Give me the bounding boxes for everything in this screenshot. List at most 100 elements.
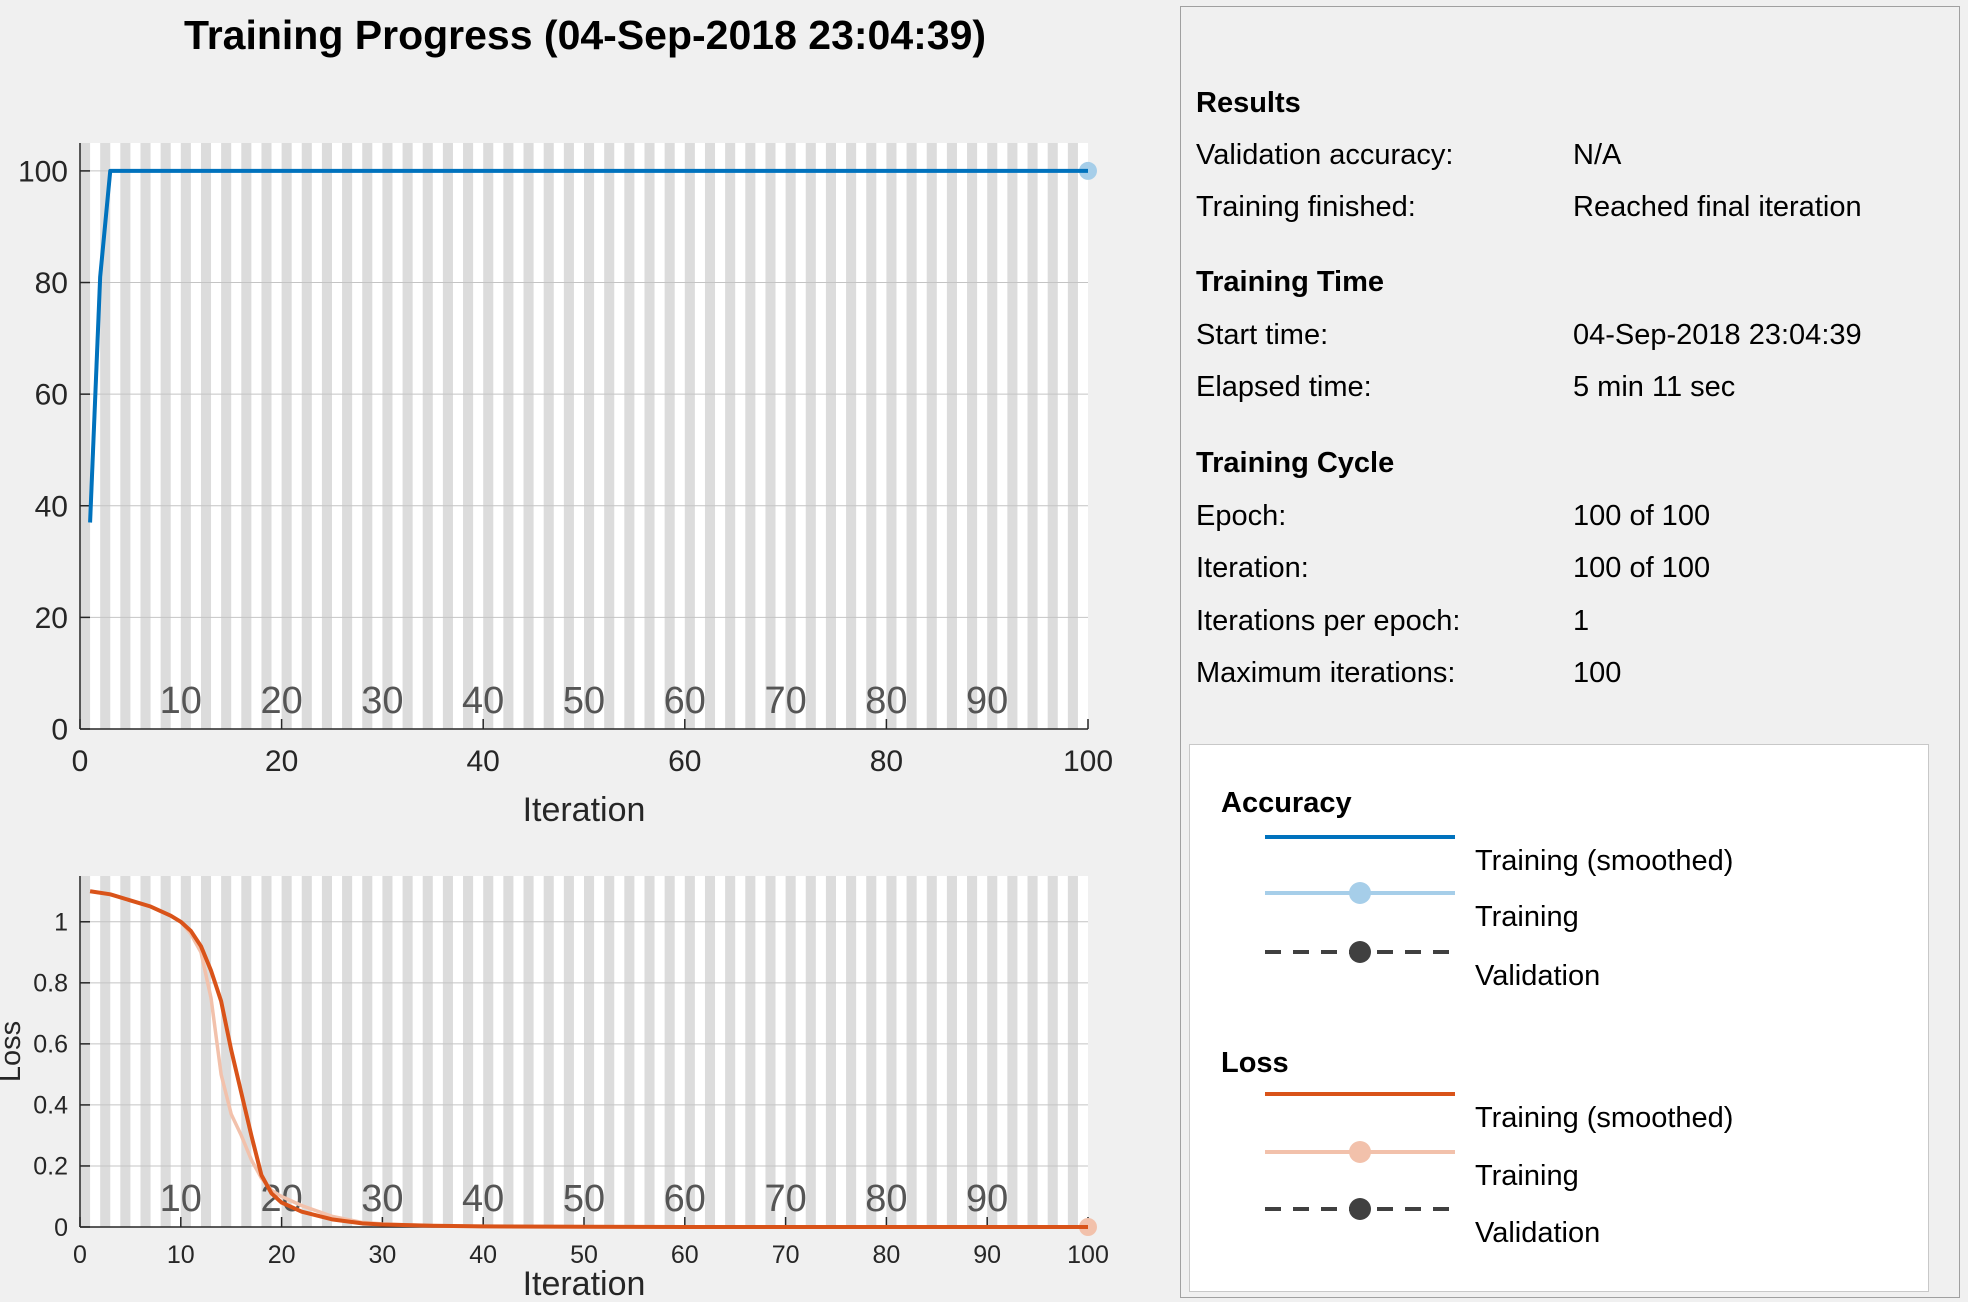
epoch-stripe [765,876,776,1227]
epoch-label: 80 [865,680,907,722]
epoch-label: 60 [664,1178,706,1220]
epoch-stripe [422,143,433,729]
iteration-label: Iteration: [1196,552,1309,584]
validation-accuracy-value: N/A [1573,139,1622,171]
elapsed-time-label: Elapsed time: [1196,371,1372,403]
y-tick-label: 0 [51,714,68,747]
maximum-iterations-label: Maximum iterations: [1196,657,1456,689]
legend-accuracy-training-label: Training [1475,901,1579,933]
y-tick-label: 60 [35,379,68,412]
epoch-stripe [604,876,615,1227]
epoch-stripe [402,876,413,1227]
epoch-stripe [563,876,574,1227]
y-axis-label: Loss [0,1021,27,1082]
epoch-stripe [483,876,494,1227]
epoch-stripe [1027,876,1038,1227]
epoch-stripe [1047,876,1058,1227]
y-tick-label: 40 [35,490,68,523]
y-tick-label: 100 [18,155,68,188]
epoch-stripe [563,143,574,729]
epoch-stripe [483,143,494,729]
epoch-stripe [261,143,272,729]
legend-accuracy-validation-label: Validation [1475,960,1601,992]
epoch-label: 20 [260,680,302,722]
epoch-stripe [342,143,353,729]
epoch-stripe [402,143,413,729]
epoch-label: 40 [462,1178,504,1220]
epoch-stripe [846,143,857,729]
epoch-stripe [967,876,978,1227]
y-tick-label: 0.4 [33,1092,68,1120]
x-tick-label: 60 [671,1241,699,1269]
y-tick-label: 0.2 [33,1153,68,1181]
epoch-stripe [543,143,554,729]
epoch-stripe [946,143,957,729]
legend-box: Accuracy Training (smoothed) Training Va… [1189,744,1929,1292]
epoch-stripe [866,876,877,1227]
epoch-stripe [1067,143,1078,729]
epoch-stripe [644,143,655,729]
epoch-stripe [725,876,736,1227]
training-cycle-title: Training Cycle [1196,447,1395,479]
epoch-stripe [200,876,212,1227]
epoch-stripe [624,143,635,729]
epoch-stripe [321,143,332,729]
epoch-label: 90 [966,680,1008,722]
start-time-value: 04-Sep-2018 23:04:39 [1573,319,1862,351]
epoch-stripe [422,876,433,1227]
epoch-stripe [120,876,131,1227]
epoch-stripe [785,876,796,1227]
x-tick-label: 40 [469,1241,497,1269]
epoch-stripe [463,143,474,729]
start-time-label: Start time: [1196,319,1329,351]
epoch-stripe [1027,143,1038,729]
epoch-stripe [503,143,514,729]
epoch-stripe [80,143,91,729]
epoch-label: Epoch: [1196,500,1287,532]
x-tick-label: 20 [268,1241,296,1269]
y-tick-label: 80 [35,267,68,300]
epoch-label: 80 [865,1178,907,1220]
epoch-stripe [846,876,857,1227]
epoch-stripe [1007,143,1018,729]
epoch-stripe [362,143,373,729]
x-axis-label: Iteration [523,791,646,829]
legend-loss-validation-label: Validation [1475,1217,1601,1249]
y-tick-label: 1 [54,909,68,937]
epoch-stripe [604,143,615,729]
epoch-stripe [644,876,655,1227]
epoch-stripe [503,876,514,1227]
x-tick-label: 40 [467,745,500,778]
validation-accuracy-label: Validation accuracy: [1196,139,1454,171]
accuracy-plot: 0 20 40 60 80 100 0 20 40 60 80 100 10 20 30 40 50 60 70 80… [18,143,1113,829]
epoch-stripe [140,876,151,1227]
legend-accuracy-smoothed-swatch [1265,835,1455,839]
epoch-stripe [523,143,534,729]
epoch-stripe [987,143,998,729]
epoch-label: 10 [160,1178,202,1220]
epoch-stripe [725,143,736,729]
iteration-value: 100 of 100 [1573,552,1711,584]
epoch-stripe [664,143,675,729]
x-tick-label: 60 [668,745,701,778]
epoch-label: 90 [966,1178,1008,1220]
y-tick-label: 20 [35,602,68,635]
epoch-stripe [301,143,312,729]
epoch-stripe [886,143,897,729]
epoch-stripe [825,143,836,729]
epoch-label: 30 [361,1178,403,1220]
x-tick-label: 90 [973,1241,1001,1269]
epoch-stripe [100,876,111,1227]
epoch-stripe [80,876,91,1227]
epoch-stripe [1067,876,1078,1227]
epoch-stripe [321,876,332,1227]
epoch-stripe [926,876,937,1227]
epoch-stripe [281,143,292,729]
epoch-stripe [543,876,554,1227]
epoch-label: 70 [764,680,806,722]
x-tick-label: 0 [73,1241,87,1269]
training-time-title: Training Time [1196,266,1385,298]
x-tick-label: 0 [72,745,89,778]
epoch-stripe [382,143,393,729]
epoch-stripe [382,876,393,1227]
